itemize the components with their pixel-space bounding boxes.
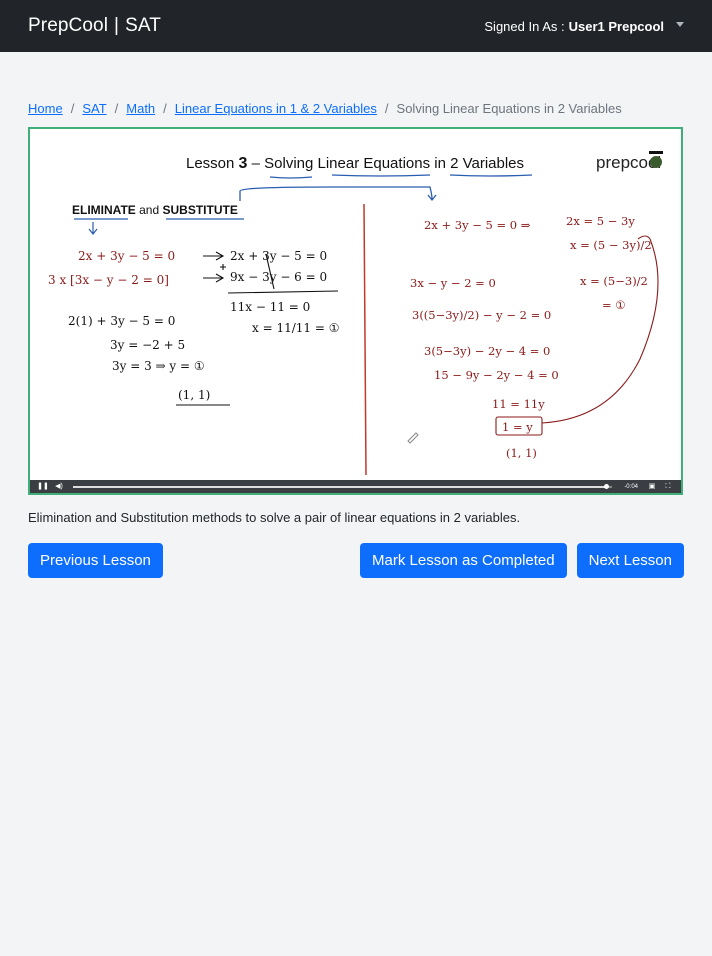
next-lesson-button[interactable]: Next Lesson (576, 543, 684, 578)
previous-lesson-button[interactable]: Previous Lesson (28, 543, 163, 578)
time-remaining: -0:04 (624, 483, 638, 490)
breadcrumb-sat[interactable]: SAT (82, 101, 106, 116)
top-navbar: PrepCool | SAT Signed In As : User1 Prepco… (0, 0, 712, 52)
substitution-line-2: 2x = 5 − 3y (566, 214, 635, 228)
brand-name: PrepCool (28, 15, 109, 36)
equation-line-5: 11x − 11 = 0 (230, 300, 310, 314)
brand-logo[interactable]: PrepCool | SAT (28, 15, 161, 37)
chevron-down-icon[interactable] (676, 21, 684, 27)
substitution-line-10: 11 = 11y (492, 397, 545, 411)
and-label: and (139, 203, 159, 217)
breadcrumb-home[interactable]: Home (28, 101, 63, 116)
brand-section: SAT (125, 15, 161, 36)
lesson-video-player[interactable]: Lesson 3 – Solving Linear Equations in 2… (28, 127, 683, 495)
equation-line-1: 2x + 3y − 5 = 0 (78, 249, 175, 263)
substitution-work: 2x + 3y − 5 = 0 ⇒ 2x = 5 − 3y x = (5 − 3… (410, 214, 652, 460)
substitution-line-1: 2x + 3y − 5 = 0 ⇒ (424, 218, 531, 232)
volume-icon[interactable]: ◀) (51, 480, 67, 493)
lesson-title-prefix: Lesson (186, 155, 234, 172)
breadcrumb-separator: / (114, 100, 119, 116)
pause-icon[interactable]: ❚❚ (35, 480, 51, 493)
substitution-line-3: x = (5 − 3y)/2 (570, 238, 652, 252)
seek-handle[interactable] (603, 483, 609, 489)
equation-line-7: 2(1) + 3y − 5 = 0 (68, 314, 175, 328)
equation-line-2: 3 x [3x − y − 2 = 0] (48, 273, 169, 287)
substitution-line-12: (1, 1) (506, 446, 537, 460)
main-content: Home / SAT / Math / Linear Equations in … (0, 99, 712, 578)
lesson-description: Elimination and Substitution methods to … (28, 510, 521, 525)
breadcrumb-separator: / (163, 100, 167, 116)
graduation-cap-icon (649, 151, 663, 154)
equation-line-8: 3y = −2 + 5 (110, 338, 185, 352)
seek-bar-fill (73, 485, 607, 488)
breadcrumb-math[interactable]: Math (126, 101, 155, 116)
brand-separator: | (114, 15, 120, 36)
elimination-work: 2x + 3y − 5 = 0 3 x [3x − y − 2 = 0] 2x … (48, 249, 339, 402)
equation-line-3: 2x + 3y − 5 = 0 (230, 249, 327, 263)
owl-mascot-icon (650, 156, 662, 168)
substitution-line-4: 3x − y − 2 = 0 (410, 276, 496, 290)
user-menu[interactable]: Signed In As : User1 Prepcool (484, 19, 684, 34)
substitute-label: SUBSTITUTE (163, 203, 238, 217)
mark-completed-button[interactable]: Mark Lesson as Completed (360, 543, 567, 578)
breadcrumb-separator: / (70, 100, 75, 116)
breadcrumb-current: Solving Linear Equations in 2 Variables (396, 100, 622, 116)
breadcrumb: Home / SAT / Math / Linear Equations in … (28, 99, 684, 117)
board-divider (363, 203, 367, 476)
equation-line-10: (1, 1) (178, 388, 210, 402)
substitution-line-7: 3((5−3y)/2) − y − 2 = 0 (412, 308, 551, 322)
svg-text:ELIMINATE and: ELIMINATE and SUBSTITUTE (72, 203, 238, 217)
substitution-line-6: = ① (602, 298, 626, 312)
eliminate-label: ELIMINATE (72, 203, 136, 217)
equation-line-9: 3y = 3 ⇒ y = ① (112, 359, 205, 373)
whiteboard-frame: Lesson 3 – Solving Linear Equations in 2… (48, 151, 663, 476)
substitution-line-11: 1 = y (502, 420, 533, 434)
breadcrumb-separator: / (384, 100, 389, 116)
fullscreen-icon[interactable]: ⛶ (660, 480, 676, 493)
eliminate-underline (74, 218, 244, 235)
equation-line-6: x = 11/11 = ① (252, 321, 339, 335)
user-name: User1 Prepcool (568, 18, 664, 34)
substitution-line-5: x = (5−3)/2 (580, 274, 648, 288)
picture-in-picture-icon[interactable]: ▣ (644, 480, 660, 493)
lesson-actions: Previous Lesson Mark Lesson as Completed… (28, 543, 684, 578)
substitution-line-9: 15 − 9y − 2y − 4 = 0 (434, 368, 559, 382)
substitution-line-8: 3(5−3y) − 2y − 4 = 0 (424, 344, 550, 358)
svg-text:Lesson 3 – Sol: Lesson 3 – Solving Linear Equations in 2… (186, 155, 524, 172)
equation-line-4: 9x − 3y − 6 = 0 (230, 270, 327, 284)
pencil-cursor-icon (407, 432, 419, 444)
lesson-title-suffix: – Solving Linear Equations in 2 Variable… (252, 155, 524, 172)
breadcrumb-linear-equations[interactable]: Linear Equations in 1 & 2 Variables (175, 101, 377, 116)
signed-in-label: Signed In As : (484, 18, 565, 34)
lesson-number: 3 (239, 155, 248, 172)
title-underlines (239, 174, 533, 202)
video-controls: ❚❚ ◀) -0:04 ▣ ⛶ (30, 480, 681, 493)
seek-bar[interactable] (73, 483, 613, 489)
